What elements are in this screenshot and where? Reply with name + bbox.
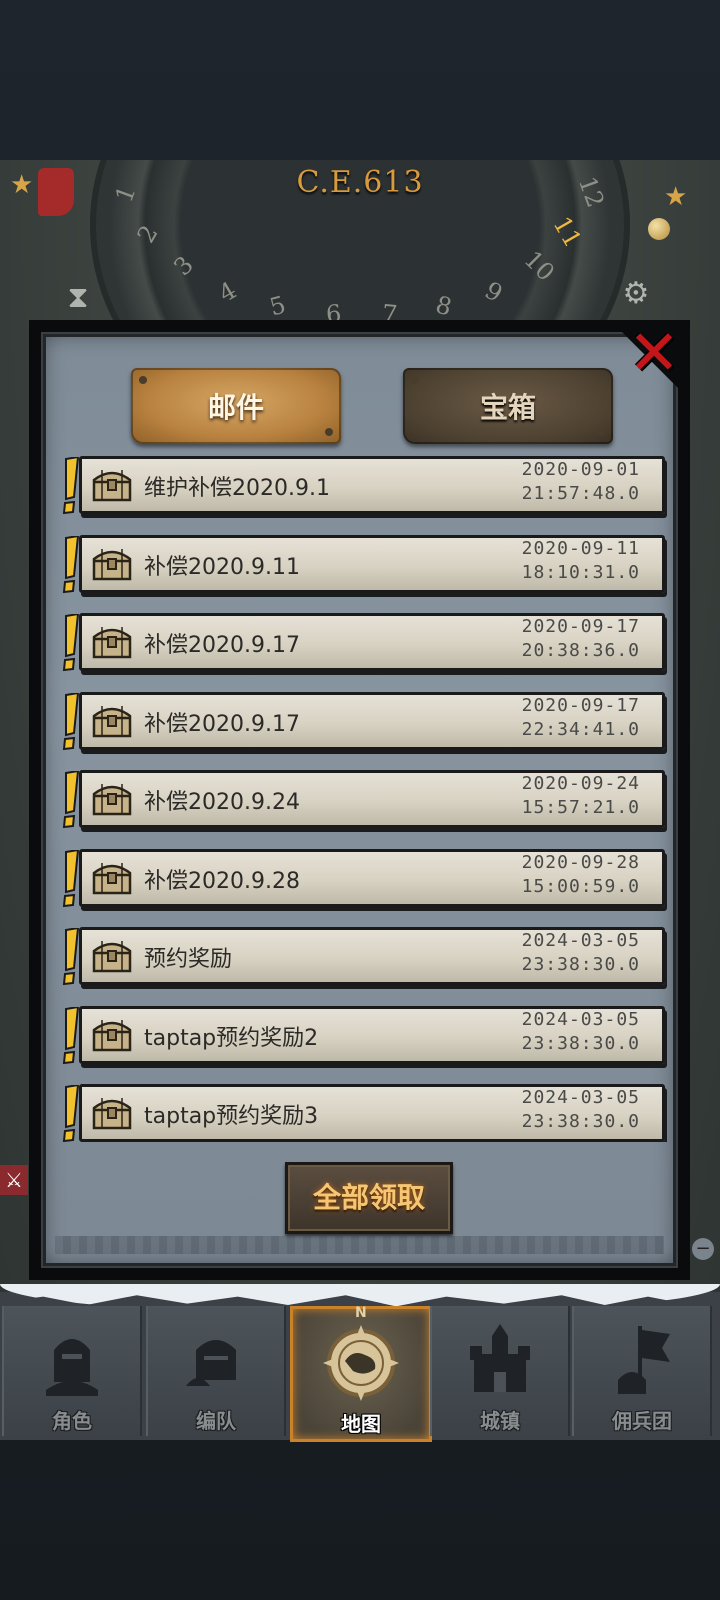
nav-label: 城镇 [480,1409,520,1433]
nav-tab-3[interactable]: N 地图 [290,1305,432,1442]
party-helmet-icon [176,1320,256,1400]
castle-icon [460,1320,540,1400]
mail-date: 2024-03-05 [521,1008,640,1030]
mail-item[interactable]: 补偿2020.9.17 2020-09-17 20:38:36.0 [62,612,665,672]
unread-alert-icon [61,769,80,829]
compass-map-icon [321,1323,401,1403]
crossed-swords-icon[interactable]: ⚔ [0,1165,28,1195]
mail-title: 补偿2020.9.28 [144,868,300,894]
nav-tab-4[interactable]: 城镇 [430,1306,570,1436]
mail-date: 2020-09-11 [521,537,640,559]
mail-title: 补偿2020.9.24 [144,790,300,815]
treasure-chest-icon [90,857,134,897]
mail-date: 2020-09-01 [521,459,640,480]
mail-title: 预约奖励 [144,947,233,972]
nav-label: 编队 [196,1409,236,1433]
tab-chest[interactable]: 宝箱 [403,368,613,444]
unread-alert-icon [61,455,80,515]
mail-dialog-panel: 邮件 宝箱 维护补偿2020.9.1 2020-09-01 21:57:48.0 补偿… [41,332,678,1268]
mail-item[interactable]: taptap预约奖励3 2024-03-05 23:38:30.0 [62,1083,665,1142]
tab-nail [597,428,605,436]
mercenary-banner-icon [602,1320,682,1400]
mail-time: 23:38:30.0 [521,954,640,975]
mail-title: taptap预约奖励3 [144,1104,319,1129]
tab-nail [411,376,419,384]
mail-item[interactable]: 补偿2020.9.11 2020-09-11 18:10:31.0 [62,534,665,593]
knight-helmet-icon [32,1320,112,1400]
treasure-chest-icon [90,1014,134,1054]
unread-alert-icon [61,534,80,594]
unread-alert-icon [61,612,80,672]
treasure-chest-icon [90,621,134,661]
tab-mail[interactable]: 邮件 [131,368,341,444]
mail-item[interactable]: 补偿2020.9.28 2020-09-28 15:00:59.0 [62,848,665,907]
mail-date: 2020-09-17 [521,694,640,716]
nav-tab-2[interactable]: 编队 [146,1306,286,1436]
hourglass-icon[interactable]: ⧗ [56,276,100,320]
mail-title: 维护补偿2020.9.1 [144,476,330,501]
mail-dialog: 邮件 宝箱 维护补偿2020.9.1 2020-09-01 21:57:48.0 补偿… [29,320,690,1280]
mail-item[interactable]: 预约奖励 2024-03-05 23:38:30.0 [62,926,665,986]
bauble-ornament-icon [648,218,670,240]
mail-time: 18:10:31.0 [521,561,640,583]
unread-alert-icon [61,926,80,986]
mail-time: 22:34:41.0 [521,718,640,740]
tab-chest-label: 宝箱 [479,391,536,424]
unread-alert-icon [61,848,80,908]
mail-title: 补偿2020.9.11 [144,554,300,580]
mail-title: 补偿2020.9.17 [144,633,300,658]
mail-time: 15:00:59.0 [521,875,640,897]
settings-gear-icon[interactable]: ⚙ [614,272,658,316]
unread-alert-icon [61,1083,80,1142]
mail-list[interactable]: 维护补偿2020.9.1 2020-09-01 21:57:48.0 补偿2020.9… [61,452,673,1142]
treasure-chest-icon [90,543,134,583]
unread-alert-icon [61,1005,80,1065]
tab-nail [139,376,147,384]
mail-date: 2024-03-05 [521,930,640,951]
claim-all-button[interactable]: 全部领取 [285,1162,453,1234]
mail-date: 2024-03-05 [521,1087,640,1108]
collapse-icon[interactable]: − [692,1238,714,1260]
mail-time: 23:38:30.0 [521,1032,640,1054]
mail-date: 2020-09-17 [521,616,640,637]
close-icon[interactable]: ✕ [624,322,684,384]
era-label: C.E.613 [296,165,424,200]
mail-item[interactable]: taptap预约奖励2 2024-03-05 23:38:30.0 [62,1005,665,1064]
mail-time: 21:57:48.0 [521,483,640,504]
compass-north-icon: N [355,1305,367,1321]
bottom-nav: 角色 编队 N 地图 城镇 佣兵团 [0,1284,720,1442]
treasure-chest-icon [90,700,134,740]
mail-item[interactable]: 补偿2020.9.24 2020-09-24 15:57:21.0 [62,769,665,829]
nav-label: 地图 [341,1412,381,1436]
panel-trim [55,1236,664,1254]
treasure-chest-icon [90,464,134,504]
nav-label: 角色 [52,1409,92,1433]
nav-tab-5[interactable]: 佣兵团 [572,1306,712,1436]
unread-alert-icon [61,691,80,751]
nav-label: 佣兵团 [612,1409,672,1433]
treasure-chest-icon [90,778,134,818]
tab-mail-label: 邮件 [207,391,264,424]
mail-time: 15:57:21.0 [521,797,640,818]
mail-time: 20:38:36.0 [521,640,640,661]
treasure-chest-icon [90,935,134,975]
mail-title: taptap预约奖励2 [144,1025,319,1051]
mail-time: 23:38:30.0 [521,1111,640,1132]
nav-tab-1[interactable]: 角色 [2,1306,142,1436]
mail-title: 补偿2020.9.17 [144,711,300,737]
treasure-chest-icon [90,1092,134,1132]
tab-nail [325,428,333,436]
mail-item[interactable]: 维护补偿2020.9.1 2020-09-01 21:57:48.0 [62,455,665,515]
mail-item[interactable]: 补偿2020.9.17 2020-09-17 22:34:41.0 [62,691,665,750]
mail-date: 2020-09-24 [521,773,640,794]
mail-date: 2020-09-28 [521,851,640,873]
